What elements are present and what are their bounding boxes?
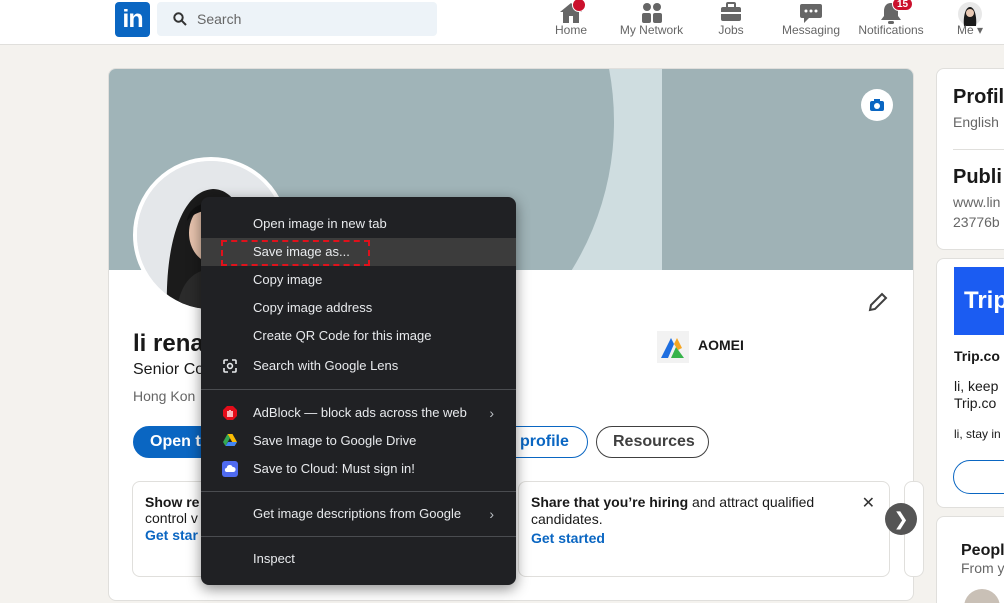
divider	[953, 149, 1004, 150]
get-started-link[interactable]: Get star	[145, 527, 209, 543]
people-title: Peopl	[961, 542, 1004, 559]
ad-card: Trip Trip.co li, keep Trip.co li, stay i…	[936, 258, 1004, 508]
profile-language-value: English	[953, 114, 999, 130]
menu-separator	[201, 389, 516, 390]
search-input[interactable]	[197, 2, 427, 36]
search-icon	[173, 12, 187, 26]
resources-button[interactable]: Resources	[596, 426, 709, 458]
nav-jobs-label: Jobs	[718, 23, 744, 37]
nav-home-label: Home	[554, 23, 587, 37]
profile-location: Hong Kon	[133, 388, 196, 404]
context-menu: Open image in new tab Save image as... C…	[201, 197, 516, 585]
menu-create-qr-code[interactable]: Create QR Code for this image	[201, 322, 516, 350]
nav-my-network-label: My Network	[619, 23, 684, 37]
chevron-down-icon: ▾	[976, 23, 984, 37]
people-subtitle: From y	[961, 560, 1004, 576]
highlight-box	[221, 240, 370, 266]
profile-headline: Senior Co	[133, 361, 205, 378]
profile-settings-card: Profil English Publi www.lin 23776b	[936, 68, 1004, 250]
ad-line-1: li, keep	[954, 378, 999, 394]
ad-company-name[interactable]: Trip.co	[954, 348, 1000, 364]
menu-adblock[interactable]: AdBlock — block ads across the web ›	[201, 399, 516, 427]
trip-logo[interactable]: Trip	[954, 267, 1004, 335]
nav-notifications-label: Notifications	[858, 23, 924, 37]
profile-language-title: Profil	[953, 86, 1004, 108]
hiring-title: Share that you’re hiring and attract qua…	[531, 494, 815, 510]
search-box[interactable]	[157, 2, 437, 36]
hiring-body: candidates.	[531, 511, 603, 527]
network-icon	[641, 3, 662, 23]
nav-my-network[interactable]: My Network	[614, 0, 689, 45]
menu-separator	[201, 536, 516, 537]
menu-search-google-lens[interactable]: Search with Google Lens	[201, 352, 516, 380]
pencil-icon	[868, 292, 888, 312]
edit-intro-button[interactable]	[867, 291, 889, 318]
hiring-card: Share that you’re hiring and attract qua…	[518, 481, 890, 577]
notifications-badge: 15	[892, 0, 914, 11]
people-card: Peopl From y	[936, 516, 1004, 603]
edit-banner-button[interactable]	[861, 89, 893, 121]
messaging-icon	[800, 4, 822, 23]
profile-name: li rena	[133, 330, 204, 357]
menu-open-image-new-tab[interactable]: Open image in new tab	[201, 210, 516, 238]
company-entry[interactable]: AOMEI	[657, 331, 744, 368]
adblock-icon	[223, 406, 237, 420]
google-drive-icon	[223, 434, 237, 446]
google-lens-icon	[223, 359, 237, 373]
person-avatar[interactable]	[964, 589, 1000, 603]
nav-jobs[interactable]: Jobs	[712, 0, 750, 45]
cloud-icon	[222, 461, 238, 477]
menu-save-to-cloud[interactable]: Save to Cloud: Must sign in!	[201, 455, 516, 483]
nav-notifications[interactable]: 15 Notifications	[853, 0, 929, 45]
menu-get-image-descriptions[interactable]: Get image descriptions from Google ›	[201, 500, 516, 528]
public-profile-url-2: 23776b	[953, 214, 1000, 230]
menu-separator	[201, 491, 516, 492]
nav-me-label: Me ▾	[956, 23, 984, 37]
menu-copy-image-address[interactable]: Copy image address	[201, 294, 516, 322]
menu-save-to-google-drive[interactable]: Save Image to Google Drive	[201, 427, 516, 455]
briefcase-icon	[721, 2, 741, 21]
nav-messaging-label: Messaging	[781, 23, 841, 37]
next-card-button[interactable]: ❯	[885, 503, 917, 535]
close-icon[interactable]: ✕	[862, 493, 875, 513]
aomei-logo	[657, 331, 689, 363]
menu-copy-image[interactable]: Copy image	[201, 266, 516, 294]
ad-line-3: li, stay in	[954, 427, 1001, 441]
nav-home[interactable]: Home	[548, 0, 594, 45]
public-profile-url-1: www.lin	[953, 194, 1001, 210]
suggestion-title: Show re	[145, 494, 200, 510]
company-name: AOMEI	[698, 337, 744, 353]
submenu-arrow-icon: ›	[489, 405, 494, 421]
camera-icon	[870, 99, 884, 111]
suggestion-body: control v	[145, 510, 198, 526]
linkedin-logo[interactable]: in	[115, 2, 150, 37]
top-nav: in Home My Network Jobs Messaging 15 Not…	[0, 0, 1004, 45]
home-notification-dot	[572, 0, 586, 12]
nav-messaging[interactable]: Messaging	[778, 0, 844, 45]
menu-inspect[interactable]: Inspect	[201, 545, 516, 573]
ad-line-2: Trip.co	[954, 395, 997, 411]
nav-me[interactable]: Me ▾	[950, 0, 990, 45]
hiring-get-started-link[interactable]: Get started	[531, 528, 877, 548]
public-profile-title: Publi	[953, 166, 1002, 188]
ad-follow-button[interactable]	[953, 460, 1004, 494]
submenu-arrow-icon: ›	[489, 506, 494, 522]
